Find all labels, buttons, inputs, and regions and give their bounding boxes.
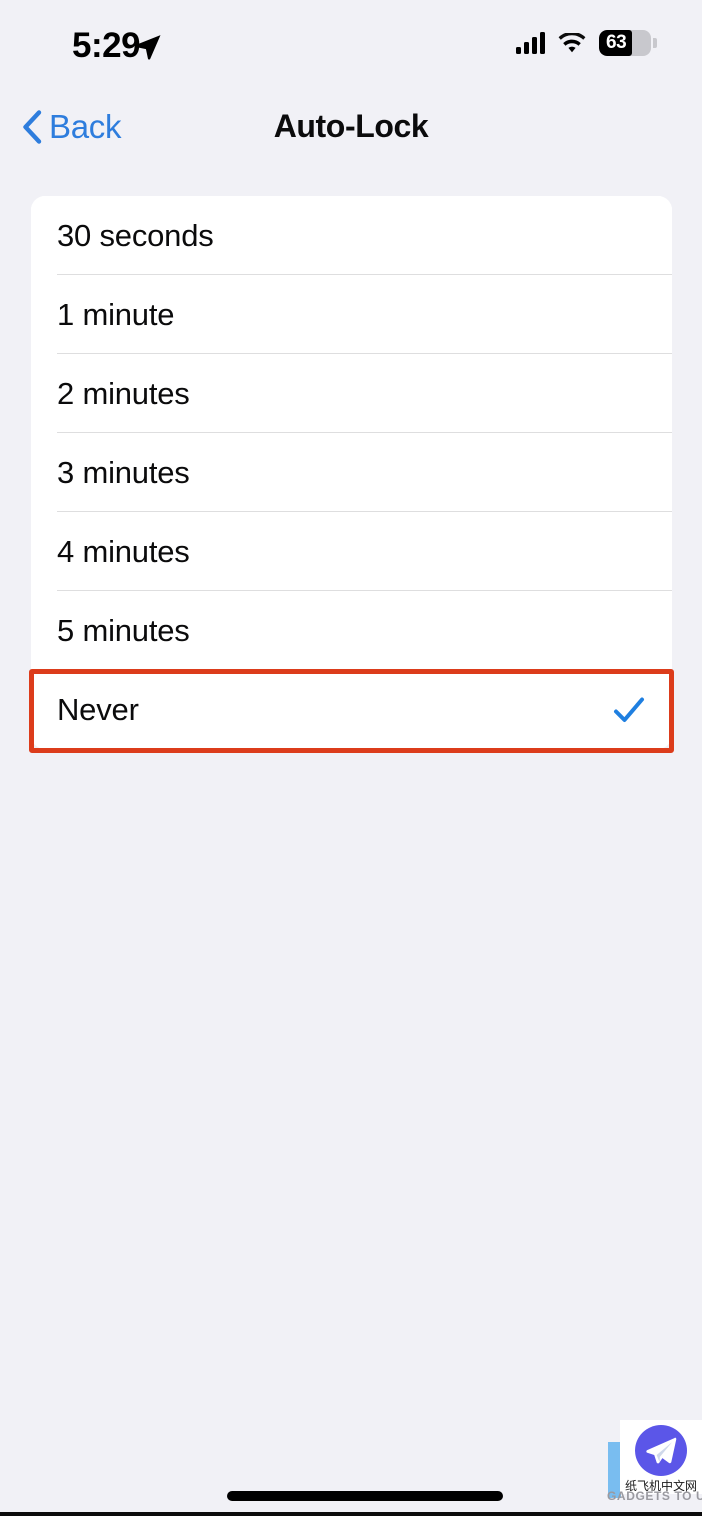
list-item-never[interactable]: Never bbox=[31, 670, 672, 749]
watermark-brand-text: GADGETS TO USE bbox=[607, 1489, 702, 1503]
battery-indicator: 63 bbox=[599, 30, 657, 56]
status-bar: 5:29 63 bbox=[0, 0, 702, 88]
status-bar-indicators: 63 bbox=[516, 30, 657, 56]
list-item-2-minutes[interactable]: 2 minutes bbox=[31, 354, 672, 433]
list-item-label: 1 minute bbox=[57, 296, 175, 332]
list-item-label: Never bbox=[57, 691, 139, 727]
list-item-label: 2 minutes bbox=[57, 375, 190, 411]
status-bar-time: 5:29 bbox=[72, 26, 141, 65]
list-item-label: 4 minutes bbox=[57, 533, 190, 569]
battery-percent-label: 63 bbox=[606, 32, 627, 53]
wifi-icon bbox=[558, 32, 586, 52]
battery-cap bbox=[653, 38, 657, 48]
list-item-label: 30 seconds bbox=[57, 217, 214, 253]
cellular-signal-icon bbox=[516, 32, 545, 54]
home-indicator[interactable] bbox=[227, 1491, 503, 1501]
list-item-4-minutes[interactable]: 4 minutes bbox=[31, 512, 672, 591]
auto-lock-options-list: 30 seconds 1 minute 2 minutes 3 minutes … bbox=[31, 196, 672, 749]
location-arrow-icon bbox=[135, 35, 161, 60]
list-item-30-seconds[interactable]: 30 seconds bbox=[31, 196, 672, 275]
page-title: Auto-Lock bbox=[273, 108, 429, 144]
checkmark-icon bbox=[614, 697, 644, 722]
paper-plane-icon bbox=[635, 1425, 687, 1476]
list-item-label: 3 minutes bbox=[57, 454, 190, 490]
list-item-5-minutes[interactable]: 5 minutes bbox=[31, 591, 672, 670]
iphone-screen: 5:29 63 Back Auto-Lock 30 seconds 1 minu… bbox=[0, 0, 702, 1516]
list-item-1-minute[interactable]: 1 minute bbox=[31, 275, 672, 354]
list-item-label: 5 minutes bbox=[57, 612, 190, 648]
screen-bottom-edge bbox=[0, 1512, 702, 1516]
battery-icon: 63 bbox=[599, 30, 651, 56]
list-item-3-minutes[interactable]: 3 minutes bbox=[31, 433, 672, 512]
watermark-panel: 纸飞机中文网 bbox=[620, 1420, 702, 1494]
navigation-bar: Back Auto-Lock bbox=[0, 88, 702, 172]
